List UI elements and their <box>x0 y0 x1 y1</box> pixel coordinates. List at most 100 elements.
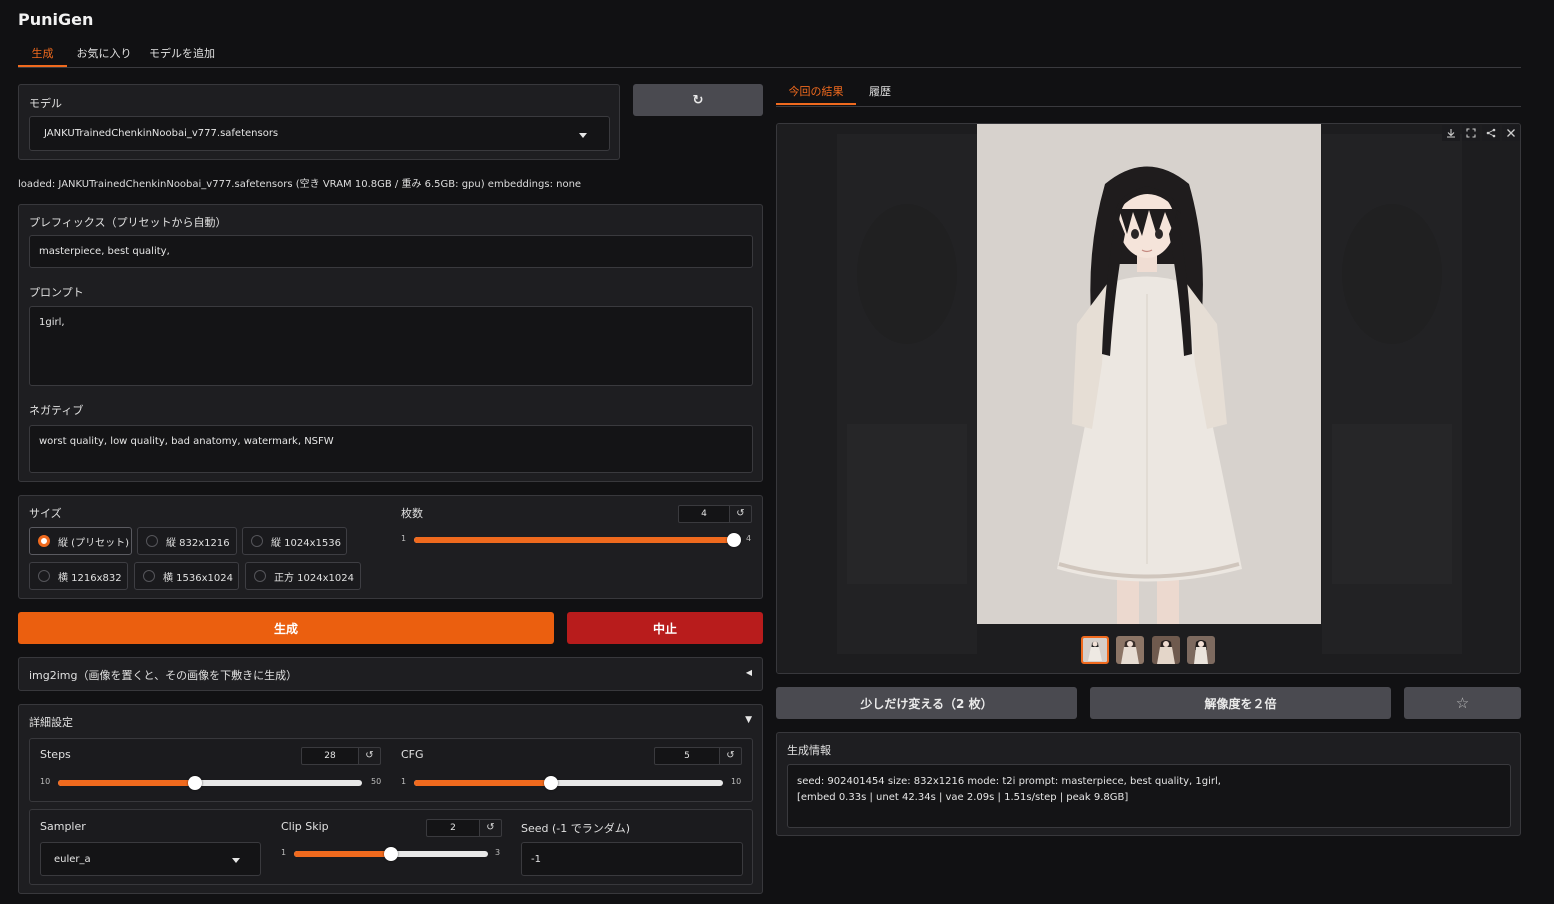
count-slider-fill <box>414 537 734 543</box>
count-input[interactable]: 4 <box>678 505 730 523</box>
prefix-label: プレフィックス（プリセットから自動） <box>29 216 227 229</box>
radio-icon <box>38 570 50 582</box>
fullscreen-icon[interactable] <box>1462 125 1480 141</box>
advanced-settings-panel: 詳細設定 ▼ Steps 28 ↺ 10 50 CFG 5 ↺ 1 10 Sam… <box>18 704 763 894</box>
sampler-group: Sampler euler_a Clip Skip 2 ↺ 1 3 Seed (… <box>29 809 753 885</box>
clip-skip-slider-thumb[interactable] <box>384 847 398 861</box>
negative-prompt-textarea[interactable]: worst quality, low quality, bad anatomy,… <box>29 425 753 473</box>
refresh-models-button[interactable]: ↻ <box>633 84 763 116</box>
seed-input[interactable]: -1 <box>521 842 743 876</box>
clip-skip-reset-button[interactable]: ↺ <box>480 819 502 837</box>
steps-reset-button[interactable]: ↺ <box>359 747 381 765</box>
prompt-panel: プレフィックス（プリセットから自動） masterpiece, best qua… <box>18 204 763 482</box>
generation-info-line: seed: 902401454 size: 832x1216 mode: t2i… <box>797 776 1221 787</box>
cfg-input[interactable]: 5 <box>654 747 720 765</box>
cfg-label: CFG <box>401 748 424 761</box>
advanced-settings-header[interactable]: 詳細設定 <box>29 714 73 730</box>
variation-button[interactable]: 少しだけ変える（2 枚） <box>776 687 1077 719</box>
tab-current-results[interactable]: 今回の結果 <box>776 82 856 105</box>
cfg-min: 1 <box>401 777 407 786</box>
tab-history[interactable]: 履歴 <box>862 82 898 105</box>
result-thumbnail[interactable] <box>1187 636 1215 664</box>
steps-slider[interactable] <box>58 776 362 790</box>
count-slider-thumb[interactable] <box>727 533 741 547</box>
model-label: モデル <box>29 97 62 110</box>
prompt-textarea[interactable]: 1girl, <box>29 306 753 386</box>
stop-button[interactable]: 中止 <box>567 612 763 644</box>
cfg-slider-fill <box>414 780 552 786</box>
reset-icon: ↺ <box>486 822 495 833</box>
refresh-icon: ↻ <box>692 92 704 108</box>
cfg-slider[interactable] <box>414 776 723 790</box>
count-slider[interactable] <box>414 533 741 547</box>
reset-icon: ↺ <box>736 508 745 519</box>
radio-icon <box>38 535 50 547</box>
result-gallery <box>776 123 1521 674</box>
generation-info-panel: 生成情報 seed: 902401454 size: 832x1216 mode… <box>776 732 1521 836</box>
sampler-select[interactable]: euler_a <box>40 842 261 876</box>
cfg-reset-button[interactable]: ↺ <box>720 747 742 765</box>
count-reset-button[interactable]: ↺ <box>730 505 752 523</box>
tab-favorites[interactable]: お気に入り <box>76 44 132 67</box>
sampler-label: Sampler <box>40 820 86 833</box>
tab-generate[interactable]: 生成 <box>18 44 67 67</box>
clip-skip-max: 3 <box>495 848 501 857</box>
count-label: 枚数 <box>401 507 423 520</box>
chevron-down-icon <box>232 858 240 863</box>
steps-cfg-group: Steps 28 ↺ 10 50 CFG 5 ↺ 1 10 <box>29 738 753 802</box>
size-option-square-1024[interactable]: 正方 1024x1024 <box>245 562 361 590</box>
upscale-button[interactable]: 解像度を２倍 <box>1090 687 1391 719</box>
radio-icon <box>254 570 266 582</box>
cfg-slider-thumb[interactable] <box>544 776 559 790</box>
result-thumbnail[interactable] <box>1081 636 1109 664</box>
steps-slider-fill <box>58 780 195 786</box>
caret-left-icon: ◀ <box>745 668 752 677</box>
result-tabs: 今回の結果 履歴 <box>776 82 1521 107</box>
model-panel: モデル JANKUTrainedChenkinNoobai_v777.safet… <box>18 84 620 160</box>
clip-skip-slider[interactable] <box>294 847 488 861</box>
negative-label: ネガティブ <box>29 404 84 417</box>
size-panel: サイズ 縦 (プリセット) 縦 832x1216 縦 1024x1536 横 1… <box>18 495 763 599</box>
steps-input[interactable]: 28 <box>301 747 359 765</box>
size-option-portrait-preset[interactable]: 縦 (プリセット) <box>29 527 132 555</box>
reset-icon: ↺ <box>365 750 374 761</box>
count-max: 4 <box>746 534 752 543</box>
cfg-max: 10 <box>731 777 742 786</box>
sampler-select-value: euler_a <box>54 853 91 865</box>
favorite-button[interactable]: ☆ <box>1404 687 1521 719</box>
img2img-accordion[interactable]: img2img（画像を置くと、その画像を下敷きに生成） ◀ <box>18 657 763 691</box>
radio-icon <box>143 570 155 582</box>
seed-label: Seed (-1 でランダム) <box>521 822 631 835</box>
clip-skip-min: 1 <box>281 848 287 857</box>
size-option-landscape-1536[interactable]: 横 1536x1024 <box>134 562 239 590</box>
clip-skip-input[interactable]: 2 <box>426 819 480 837</box>
generation-info-text[interactable]: seed: 902401454 size: 832x1216 mode: t2i… <box>787 764 1511 828</box>
star-icon: ☆ <box>1455 694 1470 712</box>
prefix-input[interactable]: masterpiece, best quality, <box>29 235 753 268</box>
size-label: サイズ <box>29 507 62 520</box>
chevron-down-icon <box>579 133 587 138</box>
generation-info-label: 生成情報 <box>787 744 831 757</box>
count-min: 1 <box>401 534 407 543</box>
generated-image[interactable] <box>977 124 1321 624</box>
app-title: PuniGen <box>18 10 94 29</box>
size-option-portrait-1024[interactable]: 縦 1024x1536 <box>242 527 347 555</box>
model-select[interactable]: JANKUTrainedChenkinNoobai_v777.safetenso… <box>29 116 610 151</box>
size-option-landscape-1216[interactable]: 横 1216x832 <box>29 562 128 590</box>
result-thumbnail[interactable] <box>1152 636 1180 664</box>
main-tabs: 生成 お気に入り モデルを追加 <box>18 44 1521 68</box>
steps-slider-thumb[interactable] <box>187 776 202 790</box>
clip-skip-slider-fill <box>294 851 391 857</box>
radio-icon <box>251 535 263 547</box>
close-icon[interactable] <box>1502 125 1520 141</box>
steps-max: 50 <box>371 777 382 786</box>
caret-down-icon: ▼ <box>745 715 752 725</box>
download-icon[interactable] <box>1442 125 1460 141</box>
reset-icon: ↺ <box>726 750 735 761</box>
generate-button[interactable]: 生成 <box>18 612 554 644</box>
generation-info-line: [embed 0.33s | unet 42.34s | vae 2.09s |… <box>797 792 1129 803</box>
result-thumbnail[interactable] <box>1116 636 1144 664</box>
size-option-portrait-832[interactable]: 縦 832x1216 <box>137 527 237 555</box>
tab-add-model[interactable]: モデルを追加 <box>148 44 216 67</box>
share-icon[interactable] <box>1482 125 1500 141</box>
